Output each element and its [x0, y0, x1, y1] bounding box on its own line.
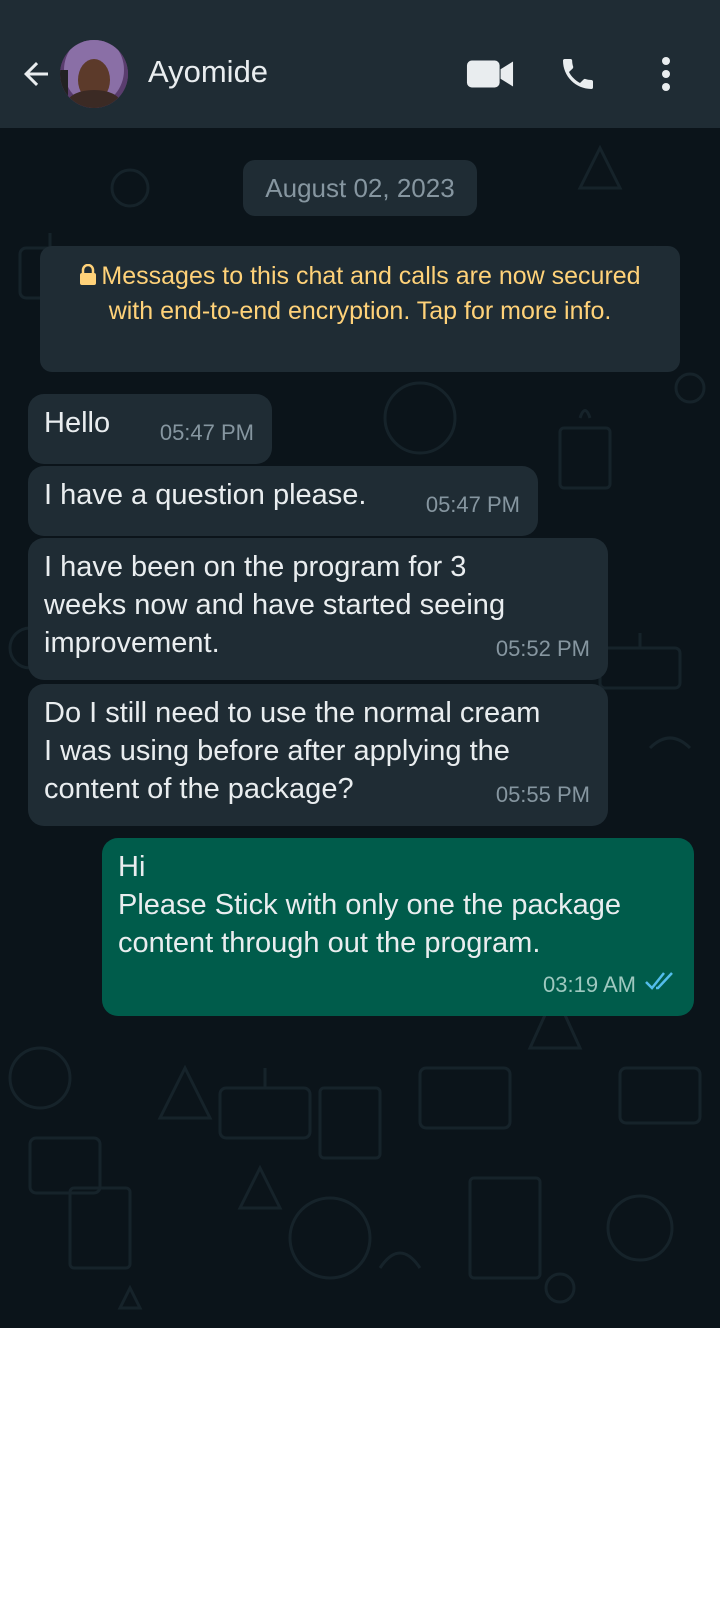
contact-avatar[interactable]: [60, 40, 128, 108]
double-check-read-icon: [644, 964, 676, 1002]
voice-call-button[interactable]: [554, 50, 602, 98]
message-bubble-incoming[interactable]: I have been on the program for 3 weeks n…: [28, 538, 608, 680]
kebab-menu-icon: [662, 57, 670, 91]
arrow-left-icon: [24, 62, 48, 86]
date-separator: August 02, 2023: [243, 160, 477, 216]
message-time: 05:47 PM: [425, 492, 520, 517]
encryption-notice-text: Messages to this chat and calls are now …: [101, 262, 641, 325]
chat-header: Ayomide: [0, 0, 720, 128]
video-camera-icon: [466, 60, 514, 88]
message-bubble-incoming[interactable]: Do I still need to use the normal cream …: [28, 684, 608, 826]
lock-icon: [79, 262, 97, 295]
avatar-photo: [60, 40, 128, 108]
encryption-notice[interactable]: Messages to this chat and calls are now …: [40, 246, 680, 372]
message-bubble-incoming[interactable]: Hello 05:47 PM: [28, 394, 272, 464]
message-bubble-incoming[interactable]: I have a question please. 05:47 PM: [28, 466, 538, 536]
phone-icon: [563, 59, 593, 89]
message-time: 03:19 AM: [543, 972, 636, 997]
chat-area[interactable]: August 02, 2023 Messages to this chat an…: [0, 128, 720, 1328]
message-text: I have a question please.: [44, 479, 367, 511]
message-text: Do I still need to use the normal cream …: [44, 697, 541, 805]
more-options-button[interactable]: [642, 50, 690, 98]
message-text: Hello: [44, 407, 111, 439]
video-call-button[interactable]: [466, 50, 514, 98]
back-button[interactable]: [14, 52, 58, 96]
contact-name[interactable]: Ayomide: [148, 54, 268, 90]
message-time: 05:52 PM: [495, 636, 590, 661]
message-bubble-outgoing[interactable]: Hi Please Stick with only one the packag…: [102, 838, 694, 1016]
message-text: Hi Please Stick with only one the packag…: [118, 851, 621, 959]
message-time: 05:47 PM: [159, 420, 254, 445]
message-time: 05:55 PM: [495, 782, 590, 807]
message-text: I have been on the program for 3 weeks n…: [44, 551, 506, 659]
